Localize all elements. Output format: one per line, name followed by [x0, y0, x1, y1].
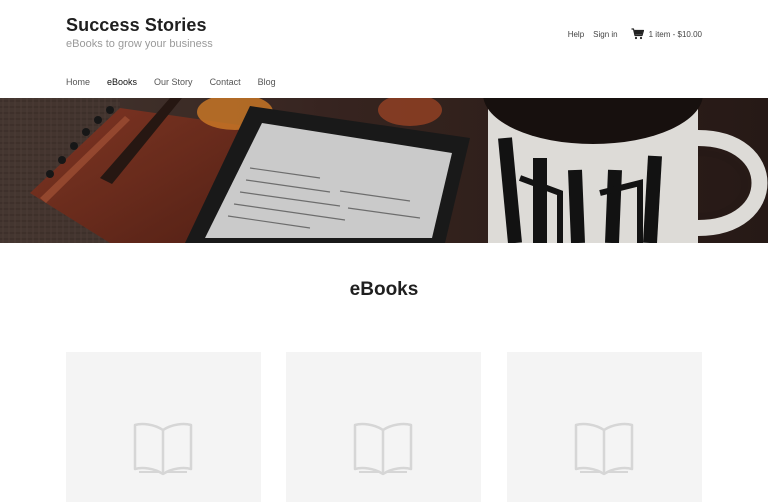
hero-banner-image	[0, 98, 768, 243]
site-tagline: eBooks to grow your business	[66, 38, 213, 50]
nav-item-contact[interactable]: Contact	[210, 77, 241, 87]
nav-item-blog[interactable]: Blog	[258, 77, 276, 87]
ebook-card[interactable]	[507, 352, 702, 502]
ebook-card[interactable]	[66, 352, 261, 502]
cart-summary: 1 item - $10.00	[648, 29, 702, 39]
section-title: eBooks	[349, 279, 419, 300]
nav-item-home[interactable]: Home	[66, 77, 90, 87]
cart-link[interactable]: 1 item - $10.00	[631, 28, 702, 40]
ebook-card[interactable]	[286, 352, 481, 502]
shopping-cart-icon	[631, 28, 644, 40]
site-title[interactable]: Success Stories	[66, 15, 207, 36]
nav-item-ebooks[interactable]: eBooks	[107, 77, 137, 87]
top-links: Help Sign in 1 item - $10.00	[568, 28, 702, 40]
main-nav: Home eBooks Our Story Contact Blog	[66, 77, 293, 87]
sign-in-link[interactable]: Sign in	[593, 30, 617, 39]
open-book-icon	[353, 422, 413, 476]
open-book-icon	[133, 422, 193, 476]
ebook-grid	[66, 352, 702, 502]
nav-item-our-story[interactable]: Our Story	[154, 77, 193, 87]
site-header: Success Stories eBooks to grow your busi…	[0, 0, 768, 98]
open-book-icon	[574, 422, 634, 476]
help-link[interactable]: Help	[568, 30, 584, 39]
